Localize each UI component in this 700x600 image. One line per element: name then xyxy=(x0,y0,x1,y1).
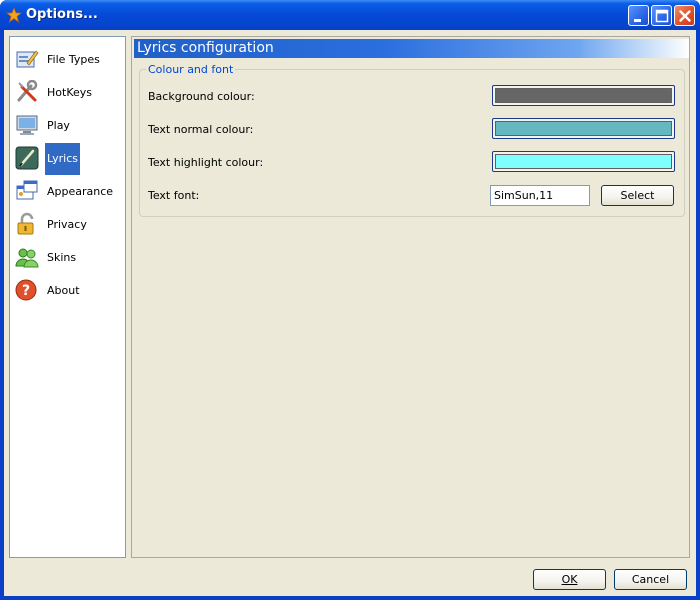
lyrics-icon xyxy=(15,146,39,170)
sidebar-item-label: About xyxy=(47,284,80,297)
background-colour-swatch[interactable] xyxy=(492,85,675,106)
sidebar-item-hotkeys[interactable]: HotKeys xyxy=(15,77,123,107)
sidebar-item-label: Privacy xyxy=(47,218,87,231)
background-colour-label: Background colour: xyxy=(148,90,255,103)
dialog-client-area: File Types HotKeys Play Lyrics Appearanc… xyxy=(4,30,696,596)
panel-title: Lyrics configuration xyxy=(134,39,689,58)
svg-text:?: ? xyxy=(22,283,30,299)
sidebar-item-label: Skins xyxy=(47,251,77,264)
title-bar[interactable]: Options... xyxy=(0,0,700,30)
skins-icon xyxy=(15,245,39,269)
file-types-icon xyxy=(15,47,39,71)
sidebar-item-appearance[interactable]: Appearance xyxy=(15,176,123,206)
privacy-lock-icon xyxy=(15,212,39,236)
sidebar-item-skins[interactable]: Skins xyxy=(15,242,123,272)
window-title: Options... xyxy=(26,7,98,22)
close-button[interactable] xyxy=(674,5,695,26)
text-font-input[interactable] xyxy=(490,185,590,206)
text-normal-colour-label: Text normal colour: xyxy=(148,123,254,136)
text-normal-colour-fill xyxy=(495,121,672,136)
play-icon xyxy=(15,113,39,137)
minimize-button[interactable] xyxy=(628,5,649,26)
sidebar-item-label: File Types xyxy=(47,53,100,66)
sidebar-item-label: Lyrics xyxy=(45,143,80,175)
group-title: Colour and font xyxy=(146,63,236,76)
colour-and-font-group: Colour and font Background colour: Text … xyxy=(139,63,685,217)
app-star-icon xyxy=(5,6,23,24)
ok-button-label: OK xyxy=(561,572,578,586)
sidebar-item-label: Appearance xyxy=(47,185,114,198)
text-font-label: Text font: xyxy=(148,189,200,202)
ok-button[interactable]: OK xyxy=(533,569,606,590)
sidebar-item-lyrics[interactable]: Lyrics xyxy=(15,143,123,175)
maximize-button[interactable] xyxy=(651,5,672,26)
text-highlight-colour-label: Text highlight colour: xyxy=(148,156,264,169)
hotkeys-icon xyxy=(15,79,39,104)
options-window: Options... File Types HotKeys Play Lyric… xyxy=(0,0,700,600)
background-colour-fill xyxy=(495,88,672,103)
select-font-button[interactable]: Select xyxy=(601,185,674,206)
about-help-icon: ? xyxy=(15,278,39,302)
sidebar-item-about[interactable]: ? About xyxy=(15,275,123,305)
sidebar-item-play[interactable]: Play xyxy=(15,110,123,140)
lyrics-settings-panel: Lyrics configuration Colour and font Bac… xyxy=(131,36,690,558)
text-highlight-colour-swatch[interactable] xyxy=(492,151,675,172)
appearance-icon xyxy=(15,179,39,203)
sidebar-item-file-types[interactable]: File Types xyxy=(15,44,123,74)
text-highlight-colour-fill xyxy=(495,154,672,169)
options-category-list: File Types HotKeys Play Lyrics Appearanc… xyxy=(9,36,126,558)
cancel-button-label: Cancel xyxy=(631,572,670,586)
cancel-button[interactable]: Cancel xyxy=(614,569,687,590)
sidebar-item-label: Play xyxy=(47,119,70,132)
text-normal-colour-swatch[interactable] xyxy=(492,118,675,139)
sidebar-item-privacy[interactable]: Privacy xyxy=(15,209,123,239)
sidebar-item-label: HotKeys xyxy=(47,86,92,99)
